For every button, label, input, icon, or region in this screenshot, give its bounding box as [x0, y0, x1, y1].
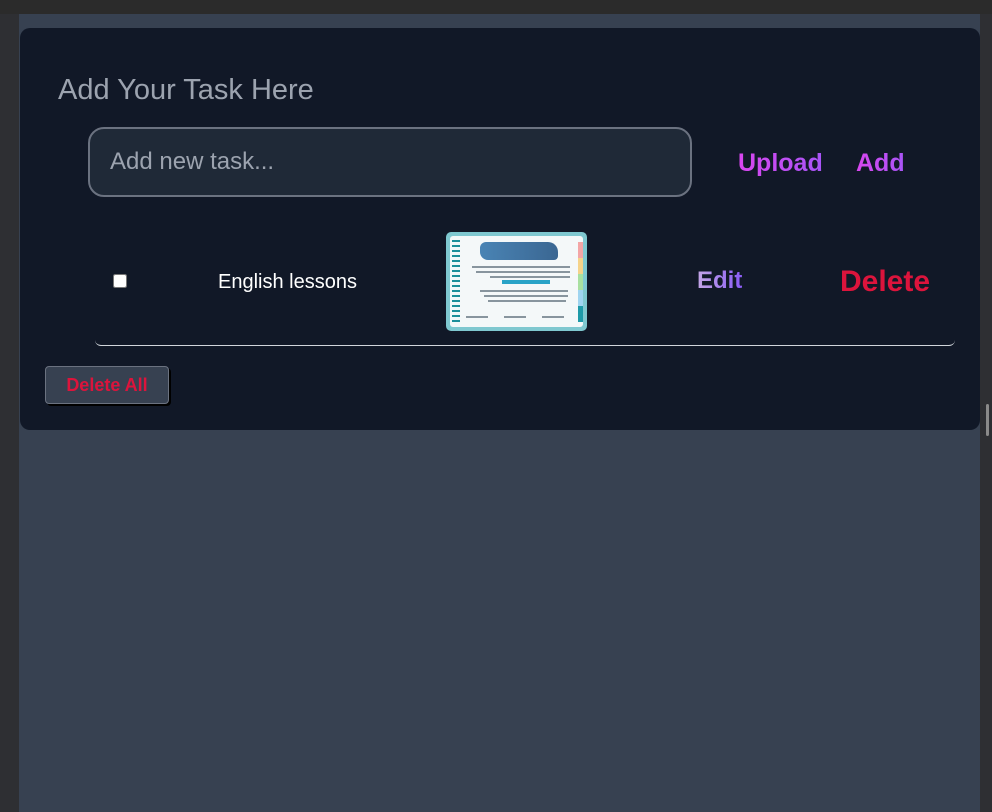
calligraphy-title-graphic — [480, 242, 558, 260]
upload-button[interactable]: Upload — [738, 148, 823, 178]
delete-task-button[interactable]: Delete — [840, 265, 930, 299]
text-line-graphic — [480, 290, 568, 292]
color-tabs-graphic — [578, 242, 583, 322]
signature-line-graphic — [542, 316, 564, 318]
todo-card: Add Your Task Here Upload Add English le… — [20, 28, 980, 430]
left-gutter — [0, 14, 19, 812]
edit-task-button[interactable]: Edit — [697, 267, 742, 295]
add-task-button[interactable]: Add — [856, 148, 905, 178]
text-line-graphic — [472, 266, 570, 268]
task-row: English lessons Edit Delete — [95, 228, 955, 346]
scrollbar-thumb[interactable] — [986, 404, 989, 436]
signature-line-graphic — [504, 316, 526, 318]
task-image-thumbnail[interactable] — [446, 232, 587, 331]
page-title: Add Your Task Here — [58, 74, 314, 106]
window-top-strip — [0, 0, 992, 14]
notebook-spiral-graphic — [452, 240, 460, 324]
text-line-graphic — [484, 295, 568, 297]
delete-all-button[interactable]: Delete All — [45, 366, 169, 404]
text-line-graphic — [490, 276, 570, 278]
signature-line-graphic — [466, 316, 488, 318]
certificate-image — [450, 236, 583, 327]
task-text: English lessons — [218, 271, 357, 293]
text-line-graphic — [476, 271, 570, 273]
highlight-line-graphic — [502, 280, 550, 284]
new-task-input[interactable] — [88, 127, 692, 197]
text-line-graphic — [488, 300, 566, 302]
task-checkbox[interactable] — [113, 274, 127, 288]
